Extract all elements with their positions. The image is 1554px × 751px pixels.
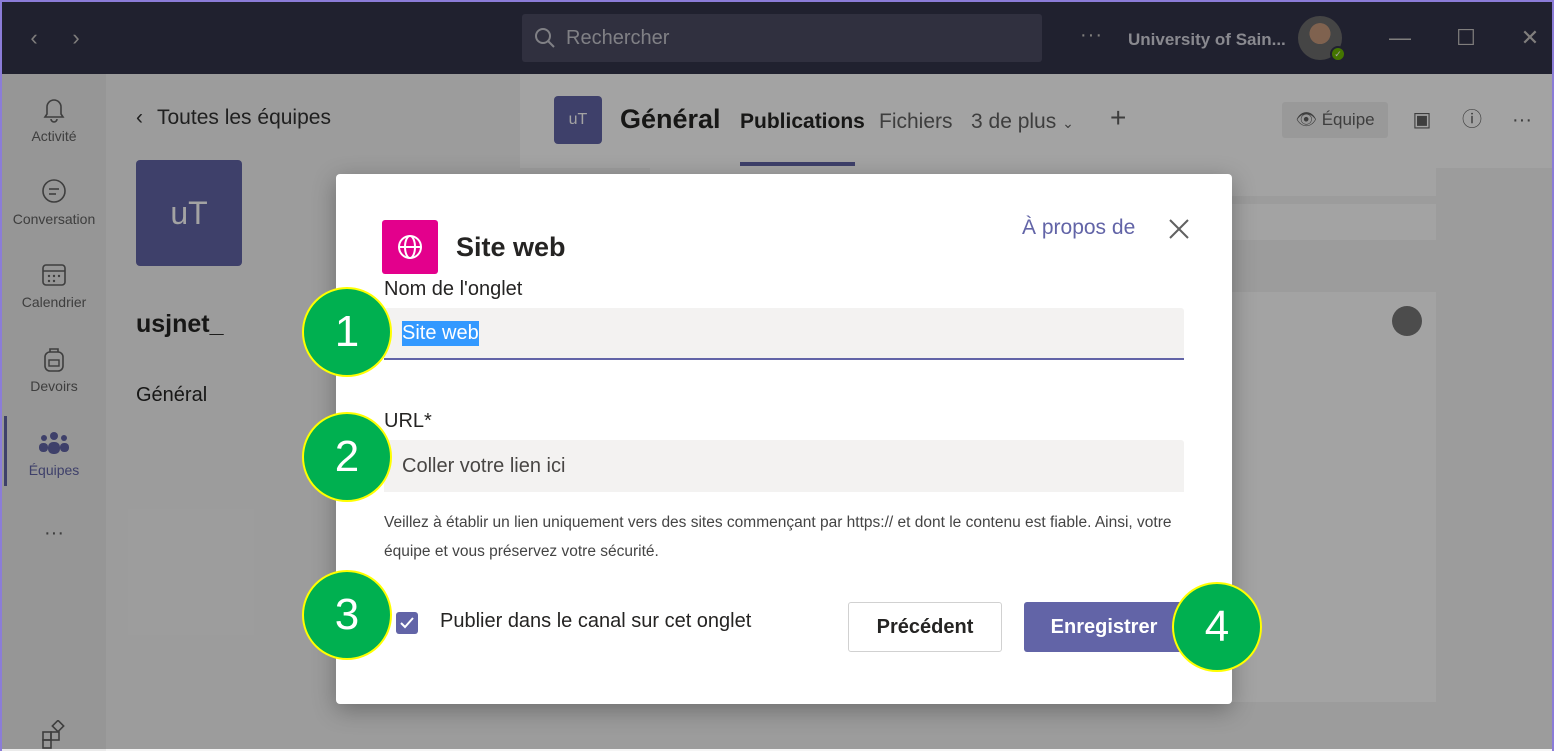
post-to-channel-label[interactable]: Publier dans le canal sur cet onglet (440, 610, 751, 633)
checkmark-icon (400, 617, 414, 629)
globe-icon (398, 235, 422, 259)
dialog-title: Site web (456, 232, 566, 262)
save-button[interactable]: Enregistrer (1024, 602, 1184, 652)
url-label: URL* (384, 410, 432, 432)
url-input[interactable]: Coller votre lien ici (384, 440, 1184, 492)
app-icon (382, 220, 438, 274)
close-icon[interactable] (1166, 216, 1192, 242)
callout-badge-1: 1 (302, 287, 392, 377)
website-tab-dialog: Site web À propos de Nom de l'onglet Sit… (336, 174, 1232, 704)
tab-name-value: Site web (402, 320, 479, 346)
about-link[interactable]: À propos de (1022, 216, 1135, 240)
callout-badge-2: 2 (302, 412, 392, 502)
url-placeholder: Coller votre lien ici (402, 454, 566, 477)
tab-name-input[interactable]: Site web (384, 308, 1184, 360)
previous-button[interactable]: Précédent (848, 602, 1002, 652)
tab-name-label: Nom de l'onglet (384, 278, 523, 300)
post-to-channel-checkbox[interactable] (396, 612, 418, 634)
help-text: Veillez à établir un lien uniquement ver… (384, 514, 1172, 560)
callout-badge-4: 4 (1172, 582, 1262, 672)
callout-badge-3: 3 (302, 570, 392, 660)
